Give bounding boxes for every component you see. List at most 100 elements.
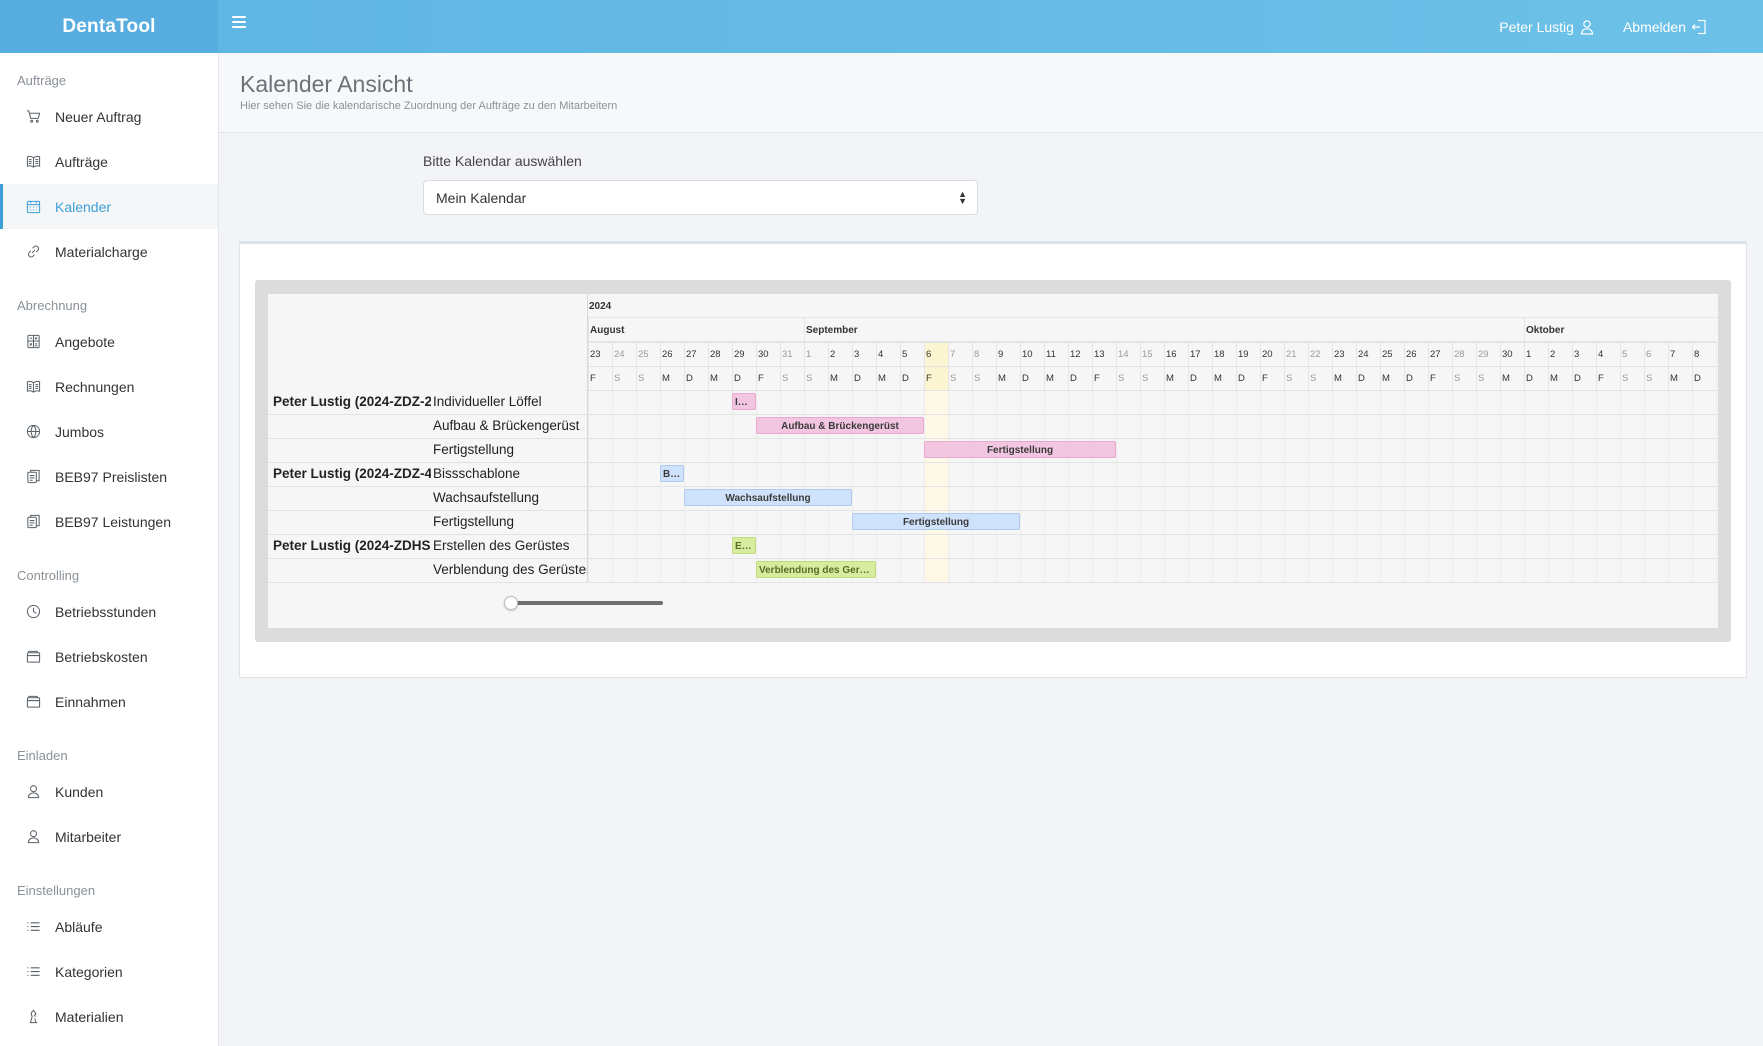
sidebar-item-materialcharge[interactable]: Materialcharge [0, 229, 218, 274]
sidebar-item-kalender[interactable]: Kalender [0, 184, 218, 229]
sidebar-item-jumbos[interactable]: Jumbos [0, 409, 218, 454]
gantt-weekday: F [924, 366, 948, 390]
calculator-icon [25, 334, 41, 350]
wallet-icon [25, 694, 41, 710]
sidebar-item-kunden[interactable]: Kunden [0, 769, 218, 814]
gantt-task-label: Bissschablone [433, 466, 521, 481]
copy-icon [25, 469, 41, 485]
gantt-month-label: Oktober [1524, 318, 1716, 342]
gantt-weekday: S [1140, 366, 1164, 390]
gantt-weekday: D [1524, 366, 1548, 390]
gantt-task-label: Wachsaufstellung [433, 490, 540, 505]
copy-icon [25, 514, 41, 530]
gantt-weekday: S [1452, 366, 1476, 390]
gantt-day-number: 11 [1044, 342, 1068, 366]
gantt-weekday: D [1188, 366, 1212, 390]
sidebar-section-title: Controlling [17, 568, 80, 583]
sidebar-item-rechnungen[interactable]: Rechnungen [0, 364, 218, 409]
gantt-task-label: Verblendung des Gerüstes [433, 562, 587, 577]
sidebar-item-mitarbeiter[interactable]: Mitarbeiter [0, 814, 218, 859]
gantt-weekday: M [996, 366, 1020, 390]
gantt-weekday: S [1620, 366, 1644, 390]
gantt-day-number: 6 [1644, 342, 1668, 366]
gantt-frame: Peter Lustig (2024-ZDZ-26 Individueller L… [255, 280, 1731, 642]
sidebar-item-angebote[interactable]: Angebote [0, 319, 218, 364]
sidebar-item-aufträge[interactable]: Aufträge [0, 139, 218, 184]
calendar-icon [25, 199, 41, 215]
menu-toggle-icon[interactable] [232, 14, 250, 28]
sidebar-item-label: BEB97 Leistungen [55, 513, 171, 530]
gantt-weekday: F [1428, 366, 1452, 390]
gantt-day-number: 30 [1500, 342, 1524, 366]
gantt-day-number: 12 [1068, 342, 1092, 366]
sidebar-item-einnahmen[interactable]: Einnahmen [0, 679, 218, 724]
gantt-month-label: September [804, 318, 1524, 342]
gantt-day-number: 4 [876, 342, 900, 366]
gantt-weekday: F [588, 366, 612, 390]
gantt-group-label: Peter Lustig (2024-ZDHS-6 [273, 538, 431, 553]
user-icon [1580, 19, 1594, 35]
zoom-slider-handle[interactable] [504, 596, 518, 610]
gantt-day-number: 26 [660, 342, 684, 366]
gantt-task-bar[interactable]: Wachsaufstellung [684, 489, 852, 506]
brand-logo[interactable]: DentaTool [0, 0, 218, 53]
gantt-day-number: 5 [900, 342, 924, 366]
gantt-task-bar[interactable]: Verblendung des Gerü… [756, 561, 876, 578]
gantt-day-number: 4 [1596, 342, 1620, 366]
gantt-day-number: 5 [1620, 342, 1644, 366]
calendar-select[interactable]: Mein Kalendar ▲ ▼ [423, 180, 978, 215]
chess-icon [25, 1009, 41, 1025]
grid-row-line [268, 582, 1718, 583]
gantt-weekday: D [1404, 366, 1428, 390]
gantt-weekday: M [708, 366, 732, 390]
gantt-task-bar[interactable]: Aufbau & Brückengerüst [756, 417, 924, 434]
gantt-task-bar[interactable]: Fertigstellung [852, 513, 1020, 530]
gantt-weekday: M [1044, 366, 1068, 390]
grid-row-line [268, 534, 1718, 535]
sidebar-item-betriebskosten[interactable]: Betriebskosten [0, 634, 218, 679]
gantt-weekday: D [684, 366, 708, 390]
top-navbar: DentaTool Peter Lustig Abmelden [0, 0, 1763, 53]
sidebar-item-label: Kunden [55, 783, 104, 800]
gantt-weekday: D [1572, 366, 1596, 390]
sidebar-section-title: Einstellungen [17, 883, 96, 898]
book-icon [25, 154, 41, 170]
sidebar-item-beb97-leistungen[interactable]: BEB97 Leistungen [0, 499, 218, 544]
gantt-year: 2024 [588, 294, 1718, 318]
logout-icon [1691, 19, 1706, 34]
sidebar-item-materialien[interactable]: Materialien [0, 994, 218, 1039]
gantt-day-number: 23 [588, 342, 612, 366]
grid-row-line [268, 438, 1718, 439]
sidebar-item-neuer-auftrag[interactable]: Neuer Auftrag [0, 94, 218, 139]
gantt-weekday: S [948, 366, 972, 390]
gantt-weekday: M [1332, 366, 1356, 390]
gantt-day-number: 27 [684, 342, 708, 366]
gantt-day-number: 10 [1020, 342, 1044, 366]
sidebar-section-title: Aufträge [17, 73, 67, 88]
sidebar-item-beb97-preislisten[interactable]: BEB97 Preislisten [0, 454, 218, 499]
gantt-weekday: D [1020, 366, 1044, 390]
grid-row-line [268, 486, 1718, 487]
gantt-weekday: S [972, 366, 996, 390]
gantt-day-number: 6 [924, 342, 948, 366]
clock-icon [25, 604, 41, 620]
gantt-task-bar[interactable]: Fertigstellung [924, 441, 1116, 458]
gantt-day-number: 25 [1380, 342, 1404, 366]
sidebar-item-label: Mitarbeiter [55, 828, 122, 845]
gantt-task-bar[interactable]: In… [732, 393, 756, 410]
sidebar-item-kategorien[interactable]: Kategorien [0, 949, 218, 994]
logout-button[interactable]: Abmelden [1623, 19, 1707, 35]
gantt-day-number: 8 [1692, 342, 1716, 366]
gantt-task-label: Individueller Löffel [433, 394, 542, 409]
gantt-weekday: D [1068, 366, 1092, 390]
gantt-day-number: 7 [1668, 342, 1692, 366]
zoom-slider[interactable] [508, 601, 663, 605]
gantt-task-bar[interactable]: Er… [732, 537, 756, 554]
sidebar-item-abläufe[interactable]: Abläufe [0, 904, 218, 949]
sidebar-item-betriebsstunden[interactable]: Betriebsstunden [0, 589, 218, 634]
gantt-task-bar[interactable]: Bi… [660, 465, 684, 482]
user-menu[interactable]: Peter Lustig [1499, 19, 1595, 35]
sidebar-item-label: BEB97 Preislisten [55, 468, 168, 485]
gantt-day-number: 3 [1572, 342, 1596, 366]
gantt-weekday: M [1380, 366, 1404, 390]
